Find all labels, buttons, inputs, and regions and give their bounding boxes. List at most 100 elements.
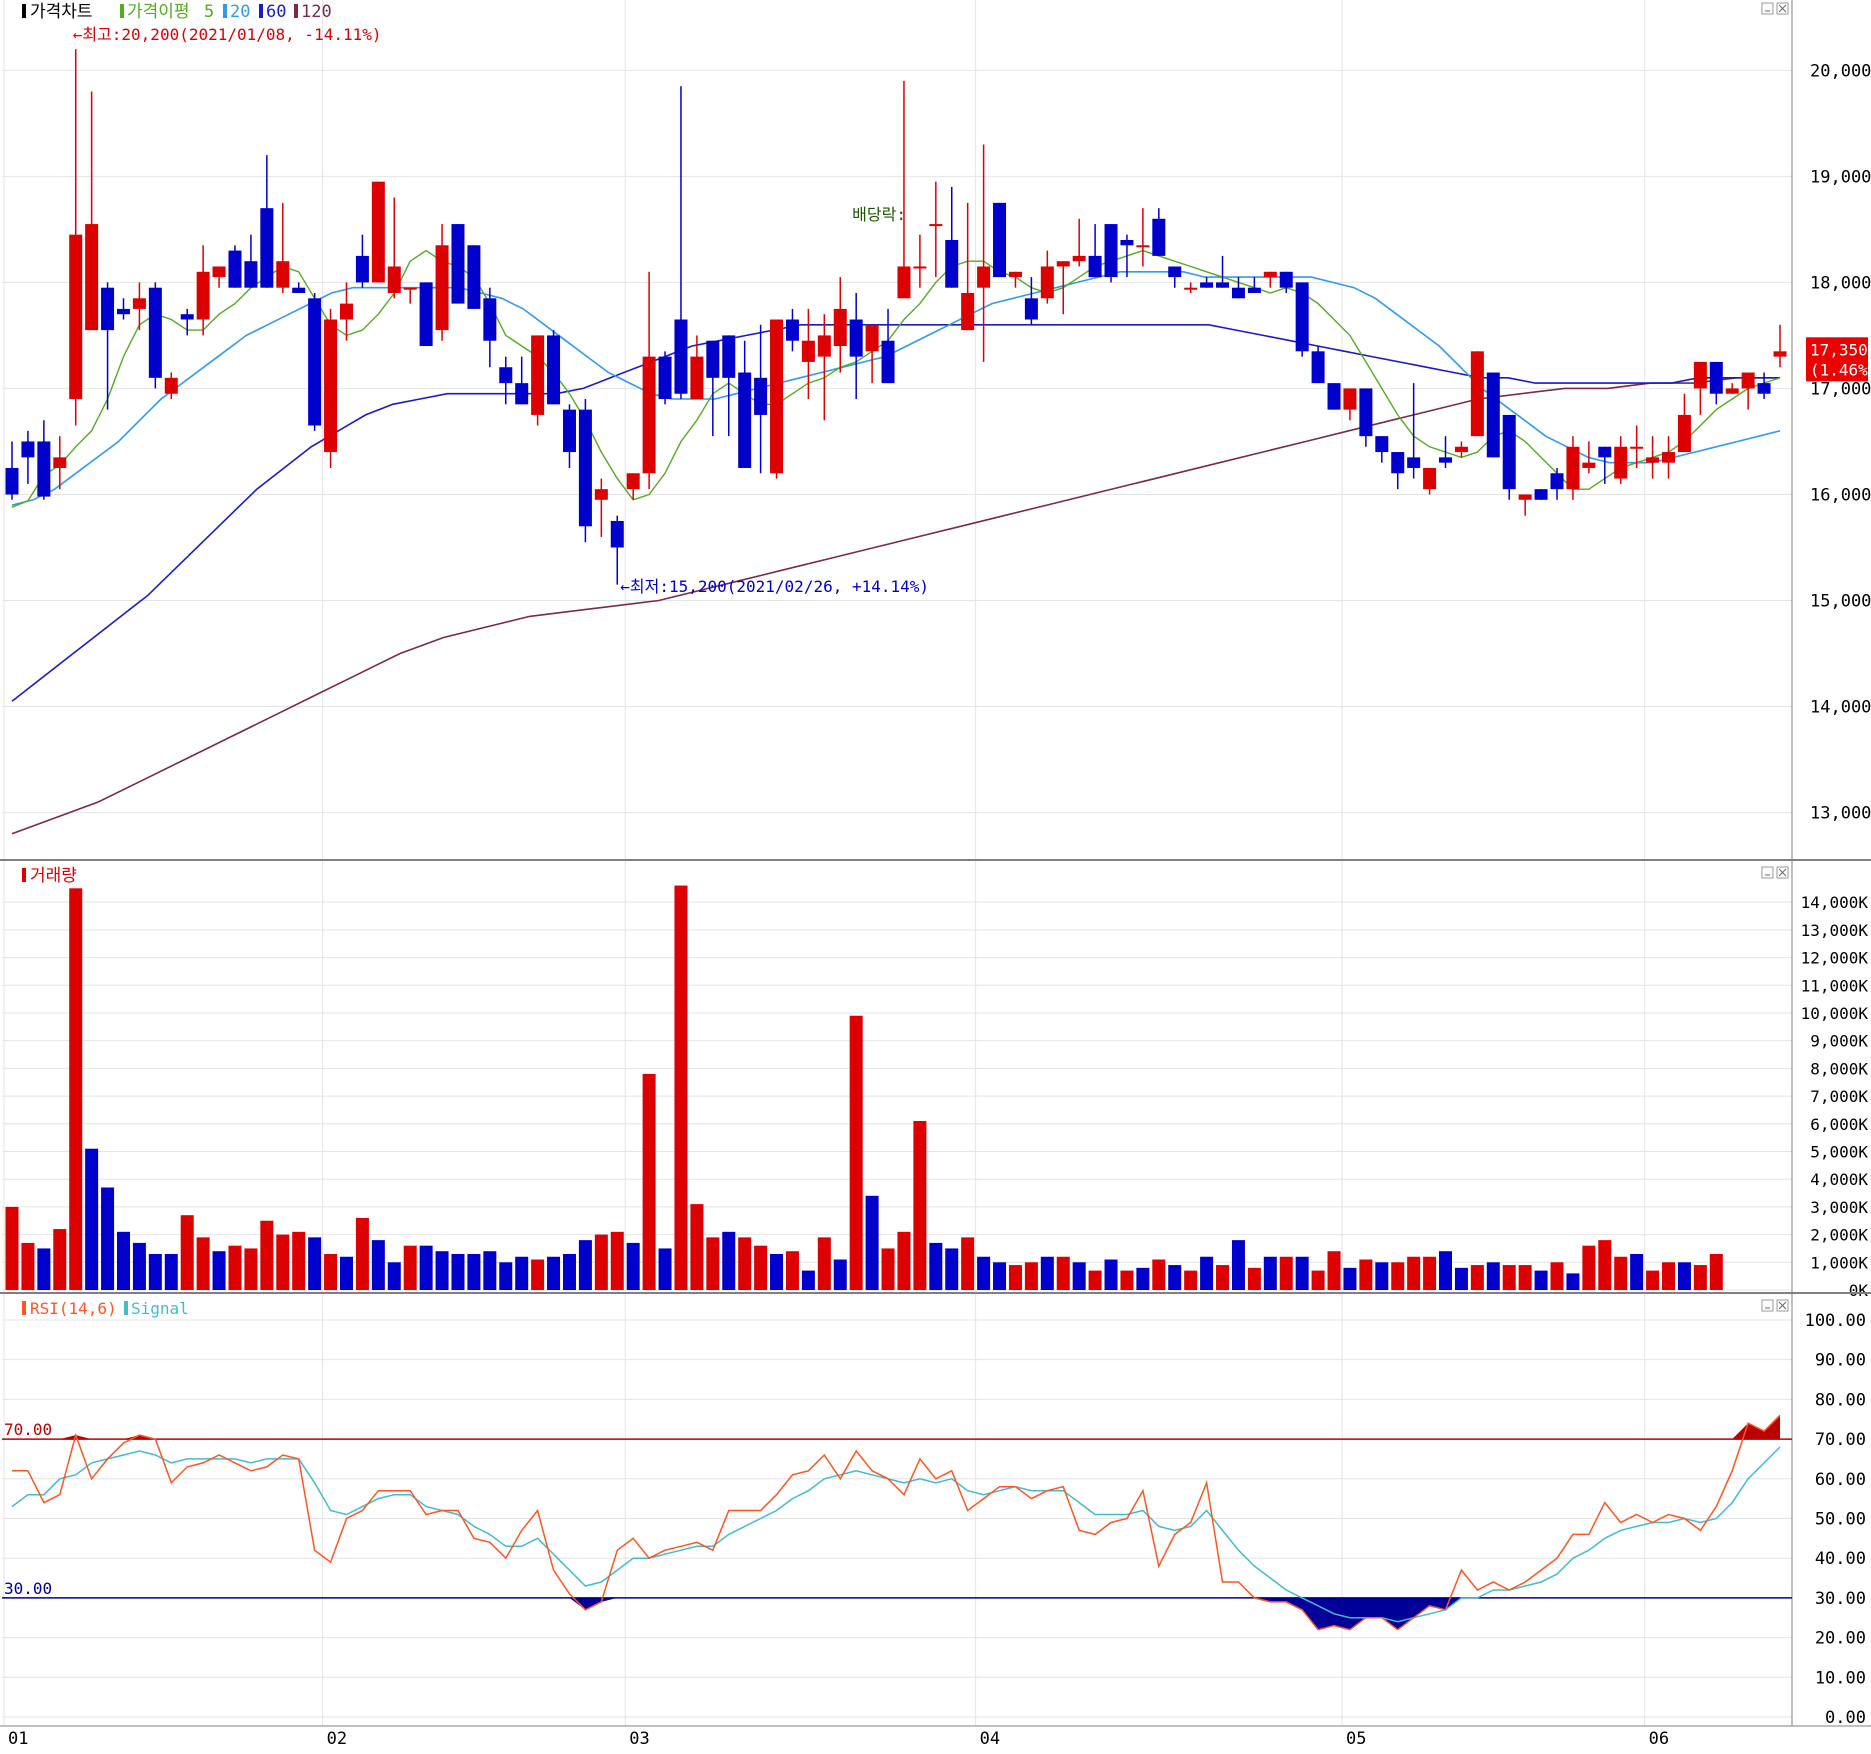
candle-body <box>21 441 35 458</box>
volume-tick-label: 2,000K <box>1810 1226 1868 1245</box>
volume-bar <box>1407 1256 1421 1290</box>
rsi-tick-label: 40.00 <box>1815 1549 1866 1569</box>
legend-marker <box>22 4 26 18</box>
volume-bar <box>1311 1270 1325 1290</box>
volume-bar <box>85 1148 99 1290</box>
candle <box>531 335 545 426</box>
volume-bar <box>37 1248 51 1290</box>
volume-bar <box>1630 1253 1644 1290</box>
ma60-legend: 60 <box>266 2 286 22</box>
volume-bar <box>547 1256 561 1290</box>
candle-body <box>132 298 146 309</box>
candle <box>1470 351 1484 437</box>
candle-body <box>1773 351 1787 357</box>
volume-bar <box>897 1231 911 1290</box>
candle-body <box>929 224 943 227</box>
volume-bar <box>339 1256 353 1290</box>
rsi-30-label: 30.00 <box>4 1579 52 1598</box>
volume-bar <box>101 1187 115 1290</box>
current-price: 17,350 <box>1810 340 1868 359</box>
candle-body <box>164 377 178 394</box>
legend-marker <box>22 1301 26 1315</box>
volume-bar <box>1470 1265 1484 1290</box>
legend-marker <box>259 4 263 18</box>
candle-body <box>116 308 130 315</box>
candle <box>228 245 242 288</box>
volume-bar <box>53 1229 67 1290</box>
candle-body <box>945 239 959 288</box>
candle-body <box>403 287 417 290</box>
volume-bar <box>817 1237 831 1290</box>
x-tick-label: 03 <box>629 1729 649 1749</box>
candle-body <box>785 319 799 341</box>
candle-body <box>1295 282 1309 352</box>
volume-bar <box>945 1248 959 1290</box>
candle <box>308 293 322 431</box>
candle-body <box>1279 271 1293 288</box>
candle-body <box>1646 457 1660 463</box>
candle-body <box>85 224 99 331</box>
volume-bar <box>1008 1265 1022 1290</box>
candle-body <box>212 266 226 278</box>
candle-body <box>467 245 481 309</box>
candle-body <box>626 473 640 490</box>
legend-marker <box>223 4 227 18</box>
volume-bar <box>260 1220 274 1290</box>
candle-body <box>1120 239 1134 246</box>
minimize-icon[interactable] <box>1761 1299 1774 1312</box>
candle-body <box>1423 467 1437 490</box>
volume-bar <box>1359 1259 1373 1290</box>
candle <box>467 245 481 309</box>
volume-bar <box>180 1215 194 1290</box>
volume-bar <box>1566 1273 1580 1290</box>
volume-bar <box>993 1262 1007 1290</box>
candle-body <box>578 409 592 527</box>
candle-body <box>1104 224 1118 278</box>
candle <box>578 399 592 543</box>
candle <box>1104 224 1118 283</box>
volume-bar <box>690 1204 704 1290</box>
candle-body <box>881 340 895 384</box>
volume-bar <box>785 1251 799 1290</box>
volume-bar <box>1263 1256 1277 1290</box>
volume-bar <box>1709 1253 1723 1290</box>
candle-body <box>610 520 624 548</box>
ma20-legend: 20 <box>230 2 250 22</box>
candle <box>148 282 162 389</box>
volume-bar <box>1088 1270 1102 1290</box>
volume-bar <box>483 1251 497 1290</box>
volume-tick-label: 3,000K <box>1810 1198 1868 1217</box>
price-tick-label: 13,000 <box>1810 804 1871 824</box>
candle-body <box>196 271 210 320</box>
candle-body <box>1216 282 1230 288</box>
volume-bar <box>1024 1262 1038 1290</box>
candle <box>451 224 465 304</box>
candle-body <box>1486 372 1500 458</box>
candle-body <box>1327 383 1341 410</box>
volume-bar <box>881 1248 895 1290</box>
candle-body <box>1359 388 1373 437</box>
volume-tick-label: 7,000K <box>1810 1087 1868 1106</box>
volume-bar <box>961 1237 975 1290</box>
volume-bar <box>212 1251 226 1290</box>
candle-body <box>387 266 401 293</box>
minimize-icon[interactable] <box>1761 866 1774 879</box>
candle-body <box>722 335 736 378</box>
candle-body <box>642 356 656 474</box>
candle-body <box>1247 287 1261 293</box>
volume-bar <box>1693 1265 1707 1290</box>
candle-body <box>1439 457 1453 463</box>
minimize-icon[interactable] <box>1761 2 1774 15</box>
volume-bar <box>132 1242 146 1290</box>
volume-bar <box>770 1253 784 1290</box>
rsi-tick-label: 50.00 <box>1815 1509 1866 1529</box>
volume-bar <box>515 1256 529 1290</box>
volume-bar <box>642 1073 656 1290</box>
candle-body <box>308 298 322 426</box>
volume-bar <box>578 1240 592 1290</box>
candle-body <box>690 356 704 400</box>
ma120-legend: 120 <box>301 2 332 22</box>
candle-body <box>1407 457 1421 468</box>
volume-bar <box>21 1242 35 1290</box>
candle-body <box>339 303 353 320</box>
